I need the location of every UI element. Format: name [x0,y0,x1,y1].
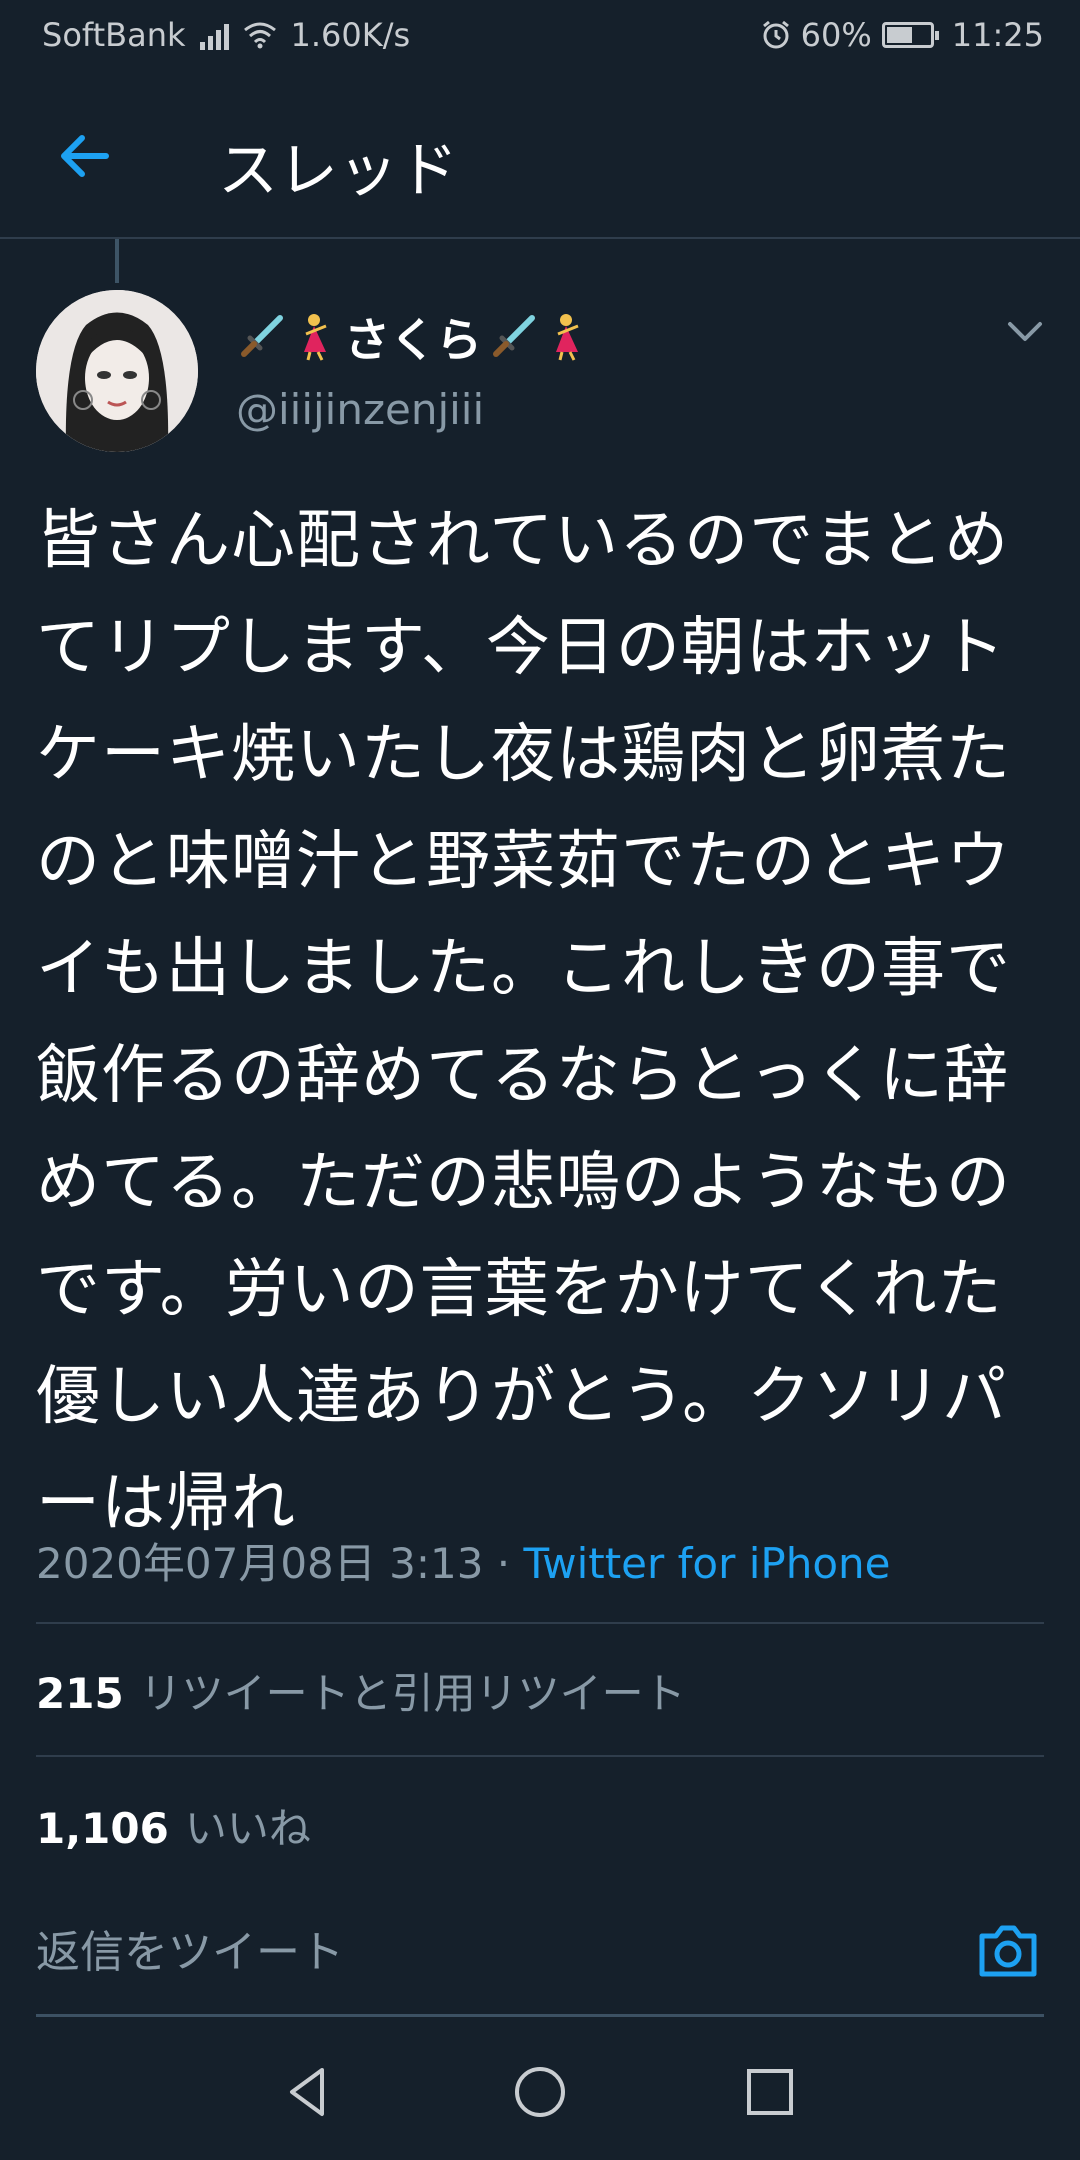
user-name-row[interactable]: さくら [236,304,590,370]
display-name: さくら [344,313,482,367]
alarm-icon [762,20,789,49]
like-label: いいね [184,1804,311,1853]
dagger-emoji-icon [493,315,535,357]
divider [36,1755,1044,1757]
divider [36,1622,1044,1624]
triangle-back-icon[interactable] [278,2062,338,2122]
status-bar: SoftBank 1.60K/s 60% 11:25 [0,0,1080,74]
clock: 11:25 [951,16,1044,54]
dancer-emoji-icon [556,314,579,361]
battery-icon [881,22,939,48]
like-stat[interactable]: 1,106 いいね [36,1795,311,1856]
chevron-down-icon[interactable] [1006,318,1044,346]
circle-home-icon[interactable] [510,2062,570,2122]
retweet-label: リツイートと引用リツイート [139,1669,686,1718]
meta-separator: · [483,1539,524,1588]
avatar-illustration [36,290,198,452]
square-recent-icon[interactable] [740,2062,800,2122]
tweet-text: 皆さん心配されているのでまとめ てリプします、今日の朝はホット ケーキ焼いたし夜… [36,504,1011,1541]
retweet-stat[interactable]: 215 リツイートと引用リツイート [36,1660,686,1721]
app-header: スレッド [0,74,1080,239]
reply-underline [36,2014,1044,2017]
retweet-count: 215 [36,1669,124,1718]
camera-icon[interactable] [976,1920,1040,1980]
wifi-icon [243,22,276,49]
thread-connector-line [115,239,119,283]
reply-bar: 返信をツイート [0,1880,1080,2017]
dagger-emoji-icon [241,315,283,357]
reply-input[interactable]: 返信をツイート [36,1916,344,1980]
tweet-meta: 2020年07月08日 3:13 · Twitter for iPhone [36,1530,891,1591]
avatar[interactable] [36,290,198,452]
system-nav-bar [0,2024,1080,2160]
like-count: 1,106 [36,1804,169,1853]
arrow-left-icon[interactable] [52,124,116,188]
carrier-label: SoftBank [42,16,186,54]
tweet-source-link[interactable]: Twitter for iPhone [524,1539,891,1588]
signal-icon [199,20,229,50]
user-handle[interactable]: @iiijinzenjiii [236,385,484,434]
network-speed: 1.60K/s [290,16,411,54]
battery-percent: 60% [800,16,872,54]
tweet-timestamp[interactable]: 2020年07月08日 3:13 [36,1539,483,1588]
dancer-emoji-icon [304,314,327,361]
page-title: スレッド [218,136,458,206]
